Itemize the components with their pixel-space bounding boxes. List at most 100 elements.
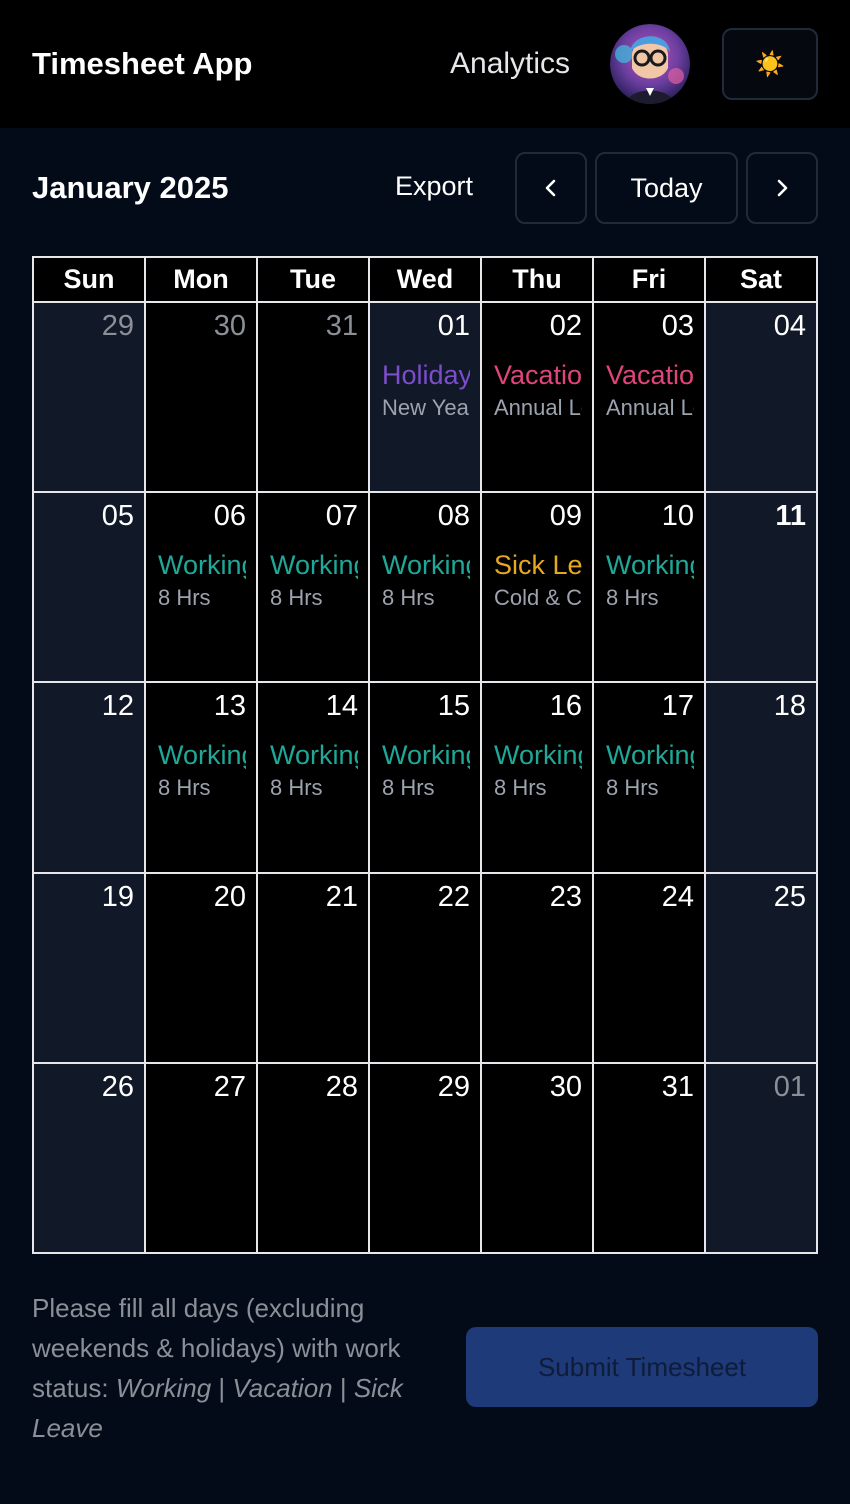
day-number: 07 [325, 500, 358, 532]
calendar-day-cell[interactable]: 29 [370, 1064, 482, 1252]
avatar-image [610, 24, 690, 104]
entry-status: Working [606, 740, 694, 770]
entry-detail: 8 Hrs [382, 585, 435, 610]
day-entry[interactable]: Working 8 Hrs [494, 739, 582, 801]
entry-status: Working [382, 550, 470, 580]
submit-timesheet-button[interactable]: Submit Timesheet [466, 1327, 818, 1407]
entry-status: Working [494, 740, 582, 770]
user-avatar[interactable] [610, 24, 690, 104]
day-number: 30 [213, 310, 246, 342]
day-entry[interactable]: Working 8 Hrs [270, 739, 358, 801]
day-entry[interactable]: Working 8 Hrs [382, 549, 470, 611]
entry-status: Holiday [382, 360, 470, 390]
calendar-day-cell[interactable]: 25 [706, 874, 816, 1064]
calendar-day-cell[interactable]: 14 Working 8 Hrs [258, 683, 370, 874]
calendar-day-cell[interactable]: 26 [34, 1064, 146, 1252]
calendar-day-cell[interactable]: 11 [706, 493, 816, 683]
day-entry[interactable]: Vacation Annual Leave [606, 359, 694, 421]
calendar-day-cell[interactable]: 21 [258, 874, 370, 1064]
calendar-day-cell[interactable]: 17 Working 8 Hrs [594, 683, 706, 874]
calendar-day-cell[interactable]: 23 [482, 874, 594, 1064]
entry-detail: 8 Hrs [158, 775, 211, 800]
entry-detail: 8 Hrs [158, 585, 211, 610]
entry-detail: 8 Hrs [382, 775, 435, 800]
calendar-day-cell[interactable]: 02 Vacation Annual Leave [482, 303, 594, 493]
day-number: 03 [661, 310, 694, 342]
calendar-day-cell[interactable]: 29 [34, 303, 146, 493]
entry-detail: 8 Hrs [606, 585, 659, 610]
calendar-day-cell[interactable]: 19 [34, 874, 146, 1064]
day-number: 14 [325, 690, 358, 722]
day-entry[interactable]: Vacation Annual Leave [494, 359, 582, 421]
calendar-day-cell[interactable]: 22 [370, 874, 482, 1064]
entry-status: Working [606, 550, 694, 580]
calendar-day-cell[interactable]: 31 [258, 303, 370, 493]
month-title: January 2025 [32, 170, 229, 205]
calendar-day-cell[interactable]: 12 [34, 683, 146, 874]
day-number: 29 [437, 1071, 470, 1103]
calendar-day-cell[interactable]: 06 Working 8 Hrs [146, 493, 258, 683]
weekday-header: Sun [34, 258, 146, 301]
day-number: 15 [437, 690, 470, 722]
calendar-day-cell[interactable]: 13 Working 8 Hrs [146, 683, 258, 874]
calendar-day-cell[interactable]: 05 [34, 493, 146, 683]
calendar-day-cell[interactable]: 08 Working 8 Hrs [370, 493, 482, 683]
day-number: 16 [549, 690, 582, 722]
calendar-day-cell[interactable]: 30 [482, 1064, 594, 1252]
day-entry[interactable]: Working 8 Hrs [382, 739, 470, 801]
next-month-button[interactable] [746, 152, 818, 224]
separator: | [211, 1373, 233, 1403]
calendar-day-cell[interactable]: 04 [706, 303, 816, 493]
calendar-day-cell[interactable]: 09 Sick Leave Cold & Cough [482, 493, 594, 683]
calendar-day-cell[interactable]: 10 Working 8 Hrs [594, 493, 706, 683]
day-number: 26 [101, 1071, 134, 1103]
day-entry[interactable]: Working 8 Hrs [270, 549, 358, 611]
entry-status: Working [270, 550, 358, 580]
entry-status: Working [270, 740, 358, 770]
day-number: 31 [661, 1071, 694, 1103]
day-number: 22 [437, 881, 470, 913]
prev-month-button[interactable] [515, 152, 587, 224]
calendar-grid: 29 30 31 01 Holiday New Year 02 Vacation Annual … [34, 303, 816, 1252]
day-number: 06 [213, 500, 246, 532]
day-number: 29 [101, 310, 134, 342]
entry-detail: 8 Hrs [606, 775, 659, 800]
entry-status: Vacation [494, 360, 582, 390]
calendar-day-cell[interactable]: 01 [706, 1064, 816, 1252]
entry-status: Working [158, 550, 246, 580]
day-number: 01 [437, 310, 470, 342]
status-vacation-text: Vacation [232, 1373, 333, 1403]
entry-detail: Cold & Cough [494, 585, 582, 610]
calendar-day-cell[interactable]: 28 [258, 1064, 370, 1252]
day-number: 02 [549, 310, 582, 342]
calendar-day-cell[interactable]: 03 Vacation Annual Leave [594, 303, 706, 493]
day-entry[interactable]: Working 8 Hrs [606, 549, 694, 611]
chevron-left-icon [545, 179, 556, 197]
calendar-day-cell[interactable]: 30 [146, 303, 258, 493]
chevron-right-icon [777, 179, 788, 197]
day-entry[interactable]: Sick Leave Cold & Cough [494, 549, 582, 611]
calendar-day-cell[interactable]: 01 Holiday New Year [370, 303, 482, 493]
today-button[interactable]: Today [595, 152, 738, 224]
day-number: 20 [213, 881, 246, 913]
nav-link-analytics[interactable]: Analytics [450, 47, 570, 81]
day-entry[interactable]: Working 8 Hrs [158, 739, 246, 801]
calendar-day-cell[interactable]: 16 Working 8 Hrs [482, 683, 594, 874]
entry-detail: 8 Hrs [270, 775, 323, 800]
day-number: 28 [325, 1071, 358, 1103]
calendar-day-cell[interactable]: 15 Working 8 Hrs [370, 683, 482, 874]
day-entry[interactable]: Holiday New Year [382, 359, 470, 421]
calendar-day-cell[interactable]: 07 Working 8 Hrs [258, 493, 370, 683]
theme-toggle-button[interactable]: ☀️ [722, 28, 818, 100]
calendar-day-cell[interactable]: 18 [706, 683, 816, 874]
day-number: 13 [213, 690, 246, 722]
app-title[interactable]: Timesheet App [32, 46, 253, 82]
day-entry[interactable]: Working 8 Hrs [158, 549, 246, 611]
day-number: 04 [773, 310, 806, 342]
calendar-day-cell[interactable]: 20 [146, 874, 258, 1064]
calendar-day-cell[interactable]: 31 [594, 1064, 706, 1252]
calendar-day-cell[interactable]: 24 [594, 874, 706, 1064]
calendar-day-cell[interactable]: 27 [146, 1064, 258, 1252]
export-button[interactable]: Export [395, 171, 473, 202]
day-entry[interactable]: Working 8 Hrs [606, 739, 694, 801]
